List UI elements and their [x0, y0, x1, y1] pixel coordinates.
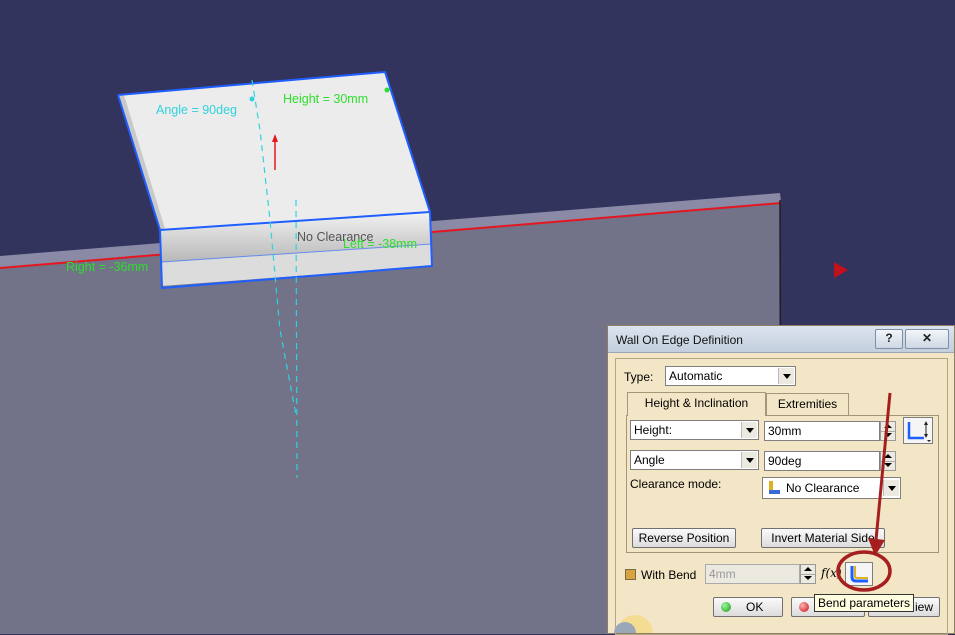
bend-parameters-button[interactable]: [845, 562, 873, 586]
close-button[interactable]: ✕: [905, 329, 949, 349]
cancel-icon: [799, 602, 809, 612]
dialog-title: Wall On Edge Definition: [616, 333, 743, 347]
bend-radius-input[interactable]: 4mm: [705, 564, 800, 584]
ok-button[interactable]: OK: [713, 597, 783, 617]
type-select-value: Automatic: [669, 369, 723, 383]
bend-radius-spinner[interactable]: [800, 564, 816, 584]
invert-material-side-button[interactable]: Invert Material Side: [761, 528, 885, 548]
chevron-down-icon[interactable]: [778, 368, 794, 384]
formula-icon[interactable]: f(x): [821, 566, 842, 580]
angle-handle[interactable]: [249, 96, 255, 102]
reverse-position-button[interactable]: Reverse Position: [632, 528, 736, 548]
height-annotation[interactable]: Height = 30mm: [283, 92, 368, 106]
tab-height-inclination[interactable]: Height & Inclination: [627, 392, 766, 416]
chevron-down-icon[interactable]: [741, 422, 757, 438]
ok-icon: [721, 602, 731, 612]
height-input[interactable]: 30mm: [764, 421, 880, 441]
with-bend-label: With Bend: [641, 568, 697, 582]
height-spinner[interactable]: [880, 421, 896, 441]
angle-annotation[interactable]: Angle = 90deg: [156, 103, 237, 117]
with-bend-checkbox[interactable]: [625, 569, 636, 580]
dialog-titlebar[interactable]: Wall On Edge Definition ? ✕: [608, 326, 954, 353]
tab-extremities[interactable]: Extremities: [766, 393, 849, 415]
clearance-mode-select[interactable]: No Clearance: [762, 477, 901, 499]
clearance-mode-value: No Clearance: [786, 481, 860, 495]
height-sketch-icon[interactable]: [903, 417, 933, 444]
help-button[interactable]: ?: [875, 329, 903, 349]
chevron-down-icon[interactable]: [741, 452, 757, 468]
catia-logo-icon: [614, 615, 653, 633]
angle-mode-value: Angle: [634, 453, 665, 467]
bend-parameters-icon: [850, 566, 868, 583]
ok-label: OK: [746, 600, 764, 614]
preview-label: iew: [914, 600, 933, 614]
type-label: Type:: [624, 370, 654, 384]
wall-on-edge-dialog: Wall On Edge Definition ? ✕ Type: Automa…: [607, 325, 955, 635]
clearance-icon: [769, 481, 780, 494]
height-mode-value: Height:: [634, 423, 673, 437]
bend-parameters-tooltip: Bend parameters: [814, 594, 915, 612]
angle-mode-select[interactable]: Angle: [630, 450, 759, 470]
height-mode-select[interactable]: Height:: [630, 420, 759, 440]
right-limit-annotation[interactable]: Right = -36mm: [66, 260, 148, 274]
chevron-down-icon[interactable]: [883, 480, 899, 496]
angle-spinner[interactable]: [880, 451, 896, 471]
height-handle[interactable]: [384, 87, 390, 93]
clearance-mode-label: Clearance mode:: [630, 477, 722, 491]
left-limit-annotation[interactable]: Left = -38mm: [343, 237, 417, 251]
wall-face[interactable]: [118, 72, 430, 230]
type-select[interactable]: Automatic: [665, 366, 796, 386]
angle-input[interactable]: 90deg: [764, 451, 880, 471]
